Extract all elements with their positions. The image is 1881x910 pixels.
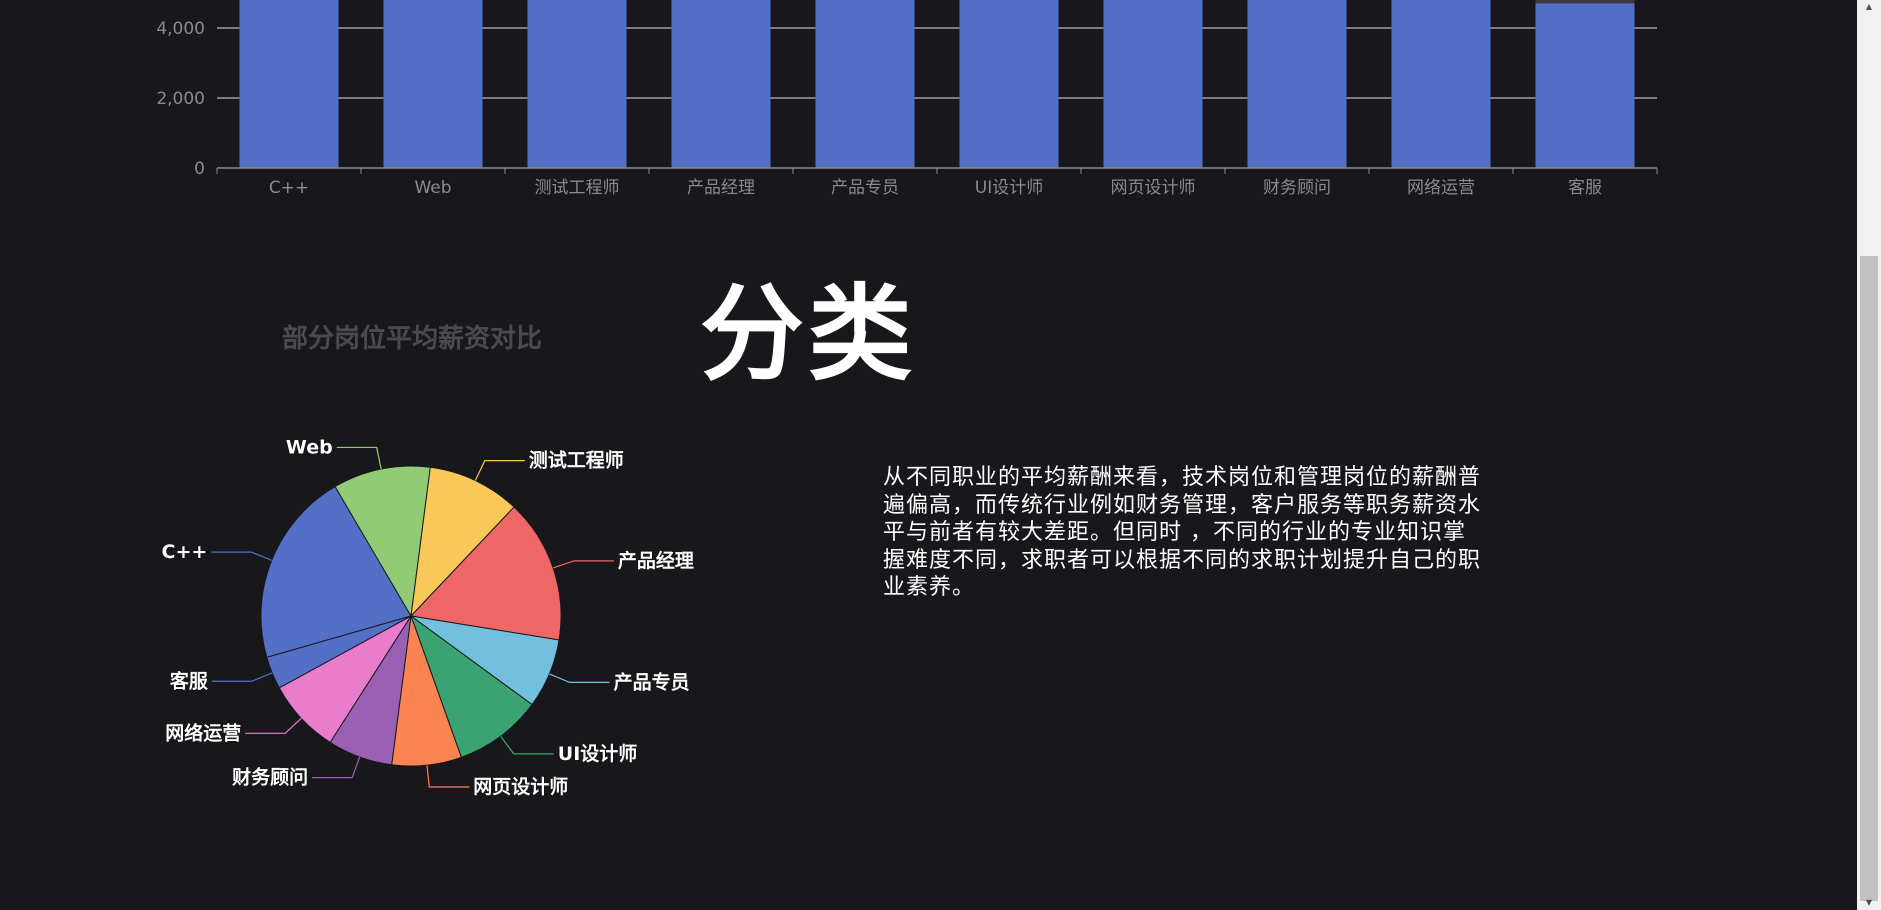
x-tick-label: UI设计师: [975, 178, 1043, 198]
bar-shadow: [1535, 0, 1635, 4]
pie-leader-line: [211, 551, 272, 561]
salary-pie-chart: C++ Web 测试工程师产品经理产品专员 UI设计师网页设计师 财务顾问 网络运营 客服: [161, 436, 694, 798]
x-tick-label: 网页设计师: [1111, 178, 1196, 198]
pie-leader-line: [549, 673, 610, 683]
page-canvas: 0 2,000 4,000 C++ Web 测试工程师 产品经理 产品专员 UI设计师 网页设计师…: [0, 0, 1881, 910]
pie-leader-line: [211, 672, 273, 682]
section-title: 分类: [700, 273, 917, 395]
bar: [1247, 0, 1347, 168]
pie-slice-label: 产品专员: [614, 670, 690, 693]
pie-leader-line: [336, 446, 382, 470]
scrollbar-thumb[interactable]: [1860, 256, 1878, 901]
pie-slice-label: C++: [162, 541, 208, 563]
pie-slice-label: 客服: [170, 669, 209, 692]
pie-slice-label: UI设计师: [558, 743, 638, 765]
x-tick-label: 网络运营: [1407, 178, 1475, 198]
x-tick-label: 财务顾问: [1263, 178, 1331, 198]
bar: [1103, 0, 1203, 168]
pie-slice-label: 财务顾问: [232, 766, 308, 789]
pie-slice-label: 网络运营: [165, 721, 241, 744]
pie-slice-label: Web: [286, 436, 333, 458]
pie-leader-line: [426, 765, 470, 788]
bar: [1391, 0, 1491, 168]
x-tick-label: 客服: [1568, 178, 1602, 198]
pie-slice-label: 网页设计师: [473, 776, 568, 798]
pie-leader-line: [552, 560, 614, 569]
scroll-down-arrow[interactable]: ▼: [1857, 898, 1881, 908]
pie-slice-label: 测试工程师: [529, 450, 624, 472]
vertical-scrollbar[interactable]: ▲ ▼: [1857, 0, 1881, 910]
section-description: 从不同职业的平均薪酬来看，技术岗位和管理岗位的薪酬普遍偏高，而传统行业例如财务管…: [883, 465, 1482, 600]
pie-leader-line: [245, 717, 302, 734]
pie-leader-line: [474, 460, 525, 481]
pie-leader-line: [312, 756, 361, 779]
pie-slice-label: 产品经理: [618, 549, 694, 572]
scroll-up-arrow[interactable]: ▲: [1857, 2, 1881, 12]
bar: [959, 0, 1059, 168]
pie-leader-line: [500, 735, 554, 755]
bar: [1535, 3, 1635, 168]
